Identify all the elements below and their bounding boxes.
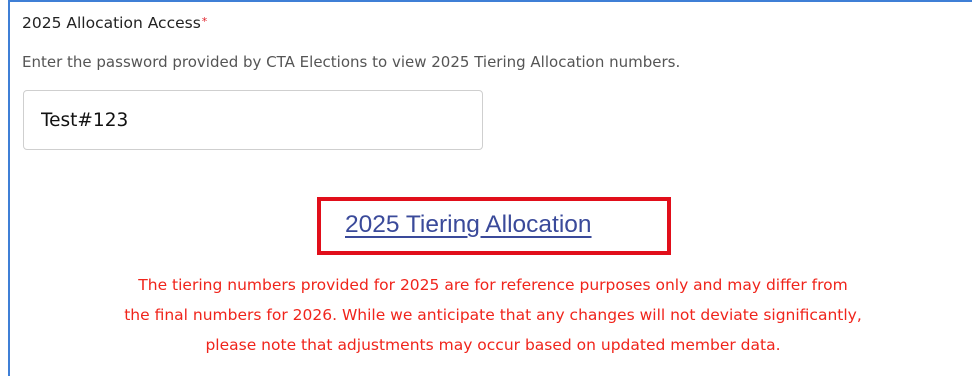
help-text: Enter the password provided by CTA Elect…	[22, 53, 681, 71]
field-label: 2025 Allocation Access*	[22, 14, 207, 32]
disclaimer-line: the final numbers for 2026. While we ant…	[124, 306, 862, 324]
required-marker: *	[201, 15, 208, 28]
disclaimer: The tiering numbers provided for 2025 ar…	[10, 270, 972, 360]
tiering-allocation-link[interactable]: 2025 Tiering Allocation	[345, 211, 592, 239]
password-input[interactable]	[23, 90, 483, 150]
disclaimer-line: please note that adjustments may occur b…	[205, 336, 781, 354]
disclaimer-line: The tiering numbers provided for 2025 ar…	[138, 276, 848, 294]
form-panel: 2025 Allocation Access* Enter the passwo…	[8, 0, 972, 376]
field-label-text: 2025 Allocation Access	[22, 14, 201, 32]
